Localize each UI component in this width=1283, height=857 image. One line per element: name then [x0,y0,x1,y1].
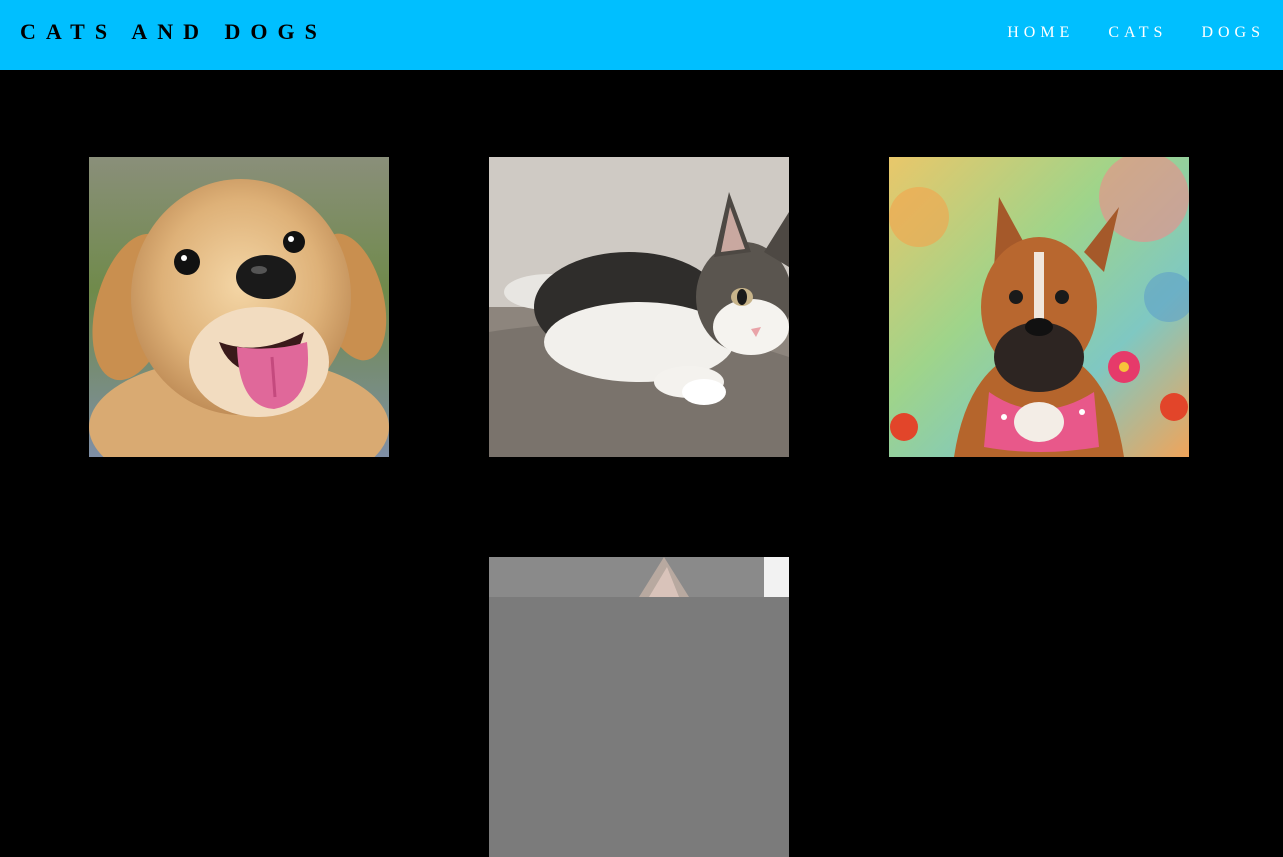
gallery-item-puppy[interactable] [89,157,389,457]
navbar: CATS AND DOGS HOME CATS DOGS [0,0,1283,70]
nav-cats-link[interactable]: CATS [1108,23,1167,43]
brand-logo-link[interactable]: CATS AND DOGS [20,18,327,46]
gallery-item-kitten[interactable] [489,157,789,457]
nav-links: HOME CATS DOGS [1007,23,1265,43]
kitten-photo [489,157,789,457]
puppy-photo [89,157,389,457]
gallery-item-boxer[interactable] [889,157,1189,457]
boxer-photo [889,157,1189,457]
gray-cat-photo [489,557,789,857]
nav-home-link[interactable]: HOME [1007,23,1074,43]
gallery-item-gray-cat[interactable] [489,557,789,857]
nav-dogs-link[interactable]: DOGS [1201,23,1265,43]
